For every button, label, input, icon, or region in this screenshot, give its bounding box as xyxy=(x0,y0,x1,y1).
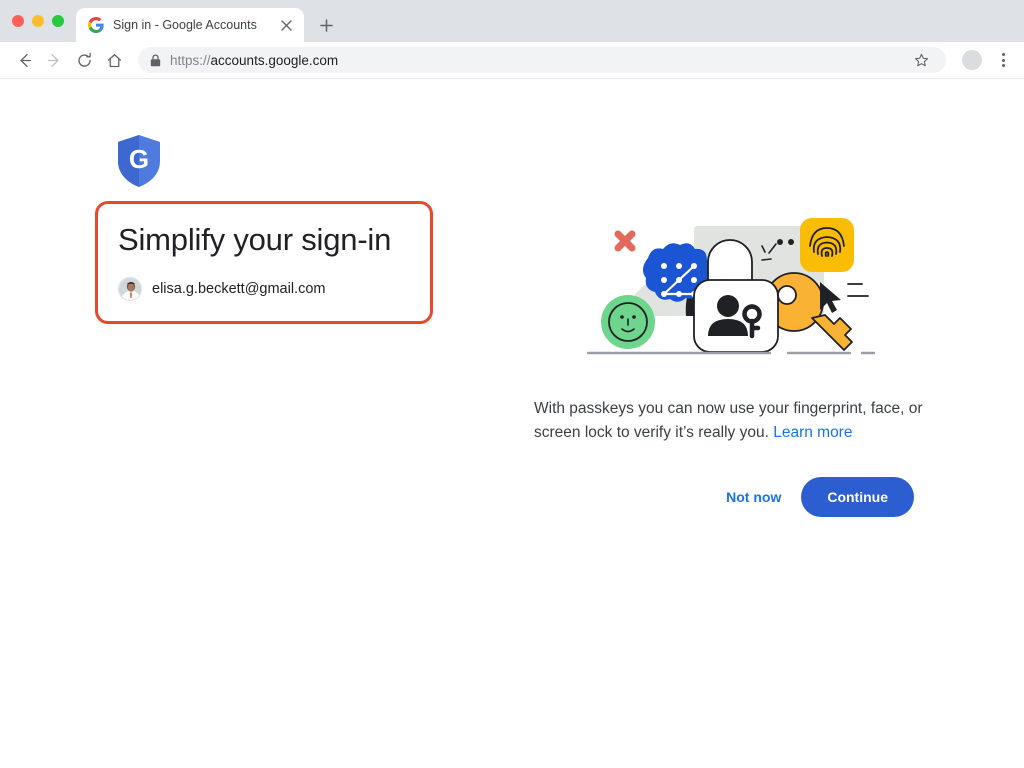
menu-dot xyxy=(1002,64,1005,67)
passkeys-description-text: With passkeys you can now use your finge… xyxy=(534,400,923,441)
maximize-window-button[interactable] xyxy=(52,15,64,27)
close-icon[interactable] xyxy=(277,16,295,34)
browser-toolbar: https://accounts.google.com xyxy=(0,42,1024,79)
google-g-icon xyxy=(88,17,104,33)
browser-window: Sign in - Google Accounts xyxy=(0,0,1024,768)
browser-tab[interactable]: Sign in - Google Accounts xyxy=(76,8,304,42)
address-bar[interactable]: https://accounts.google.com xyxy=(138,47,946,73)
arrow-right-icon[interactable] xyxy=(40,46,68,74)
avatar-icon[interactable] xyxy=(962,50,982,70)
account-row[interactable]: elisa.g.beckett@gmail.com xyxy=(118,277,410,301)
arrow-left-icon[interactable] xyxy=(10,46,38,74)
account-email: elisa.g.beckett@gmail.com xyxy=(152,281,325,297)
url-host: accounts.google.com xyxy=(211,53,339,68)
window-traffic-lights xyxy=(12,0,76,42)
star-icon[interactable] xyxy=(908,47,934,73)
url-scheme: https:// xyxy=(170,53,211,68)
menu-dot xyxy=(1002,59,1005,62)
signin-left-column: G Simplify your sign-in xyxy=(95,134,515,324)
tab-title: Sign in - Google Accounts xyxy=(113,18,268,32)
google-shield-icon: G xyxy=(115,134,163,188)
action-buttons: Not now Continue xyxy=(534,477,914,517)
passkeys-right-column: With passkeys you can now use your finge… xyxy=(534,214,954,517)
passkeys-description: With passkeys you can now use your finge… xyxy=(534,397,932,445)
close-window-button[interactable] xyxy=(12,15,24,27)
not-now-button[interactable]: Not now xyxy=(714,479,793,515)
minimize-window-button[interactable] xyxy=(32,15,44,27)
continue-button[interactable]: Continue xyxy=(801,477,914,517)
svg-text:G: G xyxy=(129,144,149,174)
url-text: https://accounts.google.com xyxy=(170,53,899,68)
tab-strip: Sign in - Google Accounts xyxy=(0,0,1024,42)
page-title: Simplify your sign-in xyxy=(118,221,410,258)
lock-icon xyxy=(150,54,161,67)
new-tab-button[interactable] xyxy=(312,11,340,39)
menu-dot xyxy=(1002,53,1005,56)
learn-more-link[interactable]: Learn more xyxy=(773,424,852,441)
home-icon[interactable] xyxy=(100,46,128,74)
reload-icon[interactable] xyxy=(70,46,98,74)
headline-highlight-box: Simplify your sign-in elisa. xyxy=(95,201,433,324)
user-photo-avatar xyxy=(118,277,142,301)
passkeys-illustration xyxy=(582,214,882,364)
three-dot-menu-icon[interactable] xyxy=(992,47,1014,73)
page-viewport: G Simplify your sign-in xyxy=(0,79,1024,768)
